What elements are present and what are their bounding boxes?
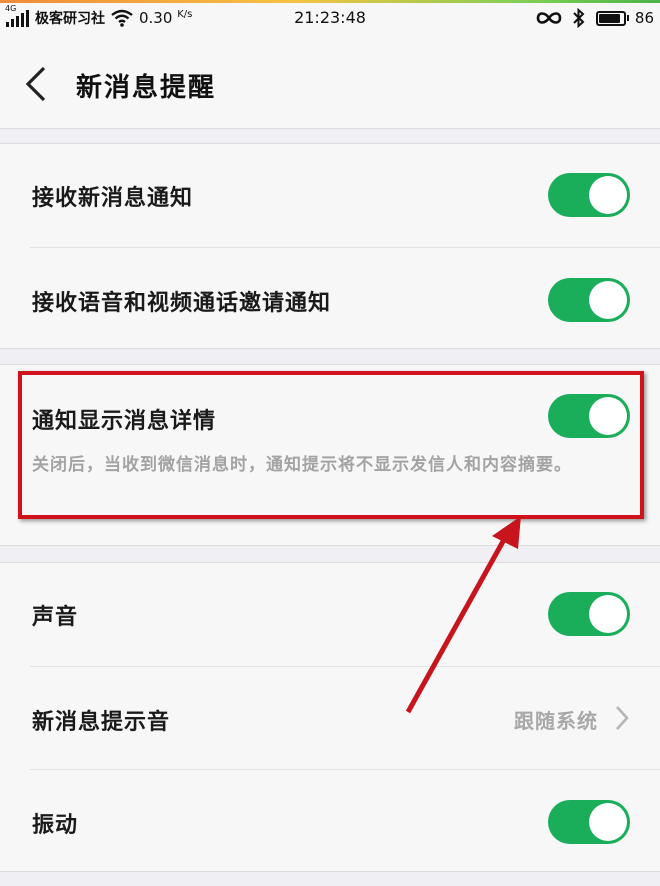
row-vibrate[interactable]: 振动 xyxy=(0,769,660,872)
row-label: 振动 xyxy=(32,813,79,838)
row-show-message-details[interactable]: 通知显示消息详情 关闭后，当收到微信消息时，通知提示将不显示发信人和内容摘要。 xyxy=(0,365,660,547)
row-label: 通知显示消息详情 xyxy=(32,409,217,434)
toggle-show-message-details[interactable] xyxy=(548,394,630,438)
battery-level: 86 xyxy=(634,9,654,27)
toggle-receive-call-invite[interactable] xyxy=(548,278,630,322)
toggle-sound[interactable] xyxy=(548,592,630,636)
app-header: 新消息提醒 xyxy=(0,33,660,129)
chevron-right-icon xyxy=(616,706,629,730)
toggle-vibrate[interactable] xyxy=(548,800,630,844)
chevron-left-icon[interactable] xyxy=(22,65,52,103)
notification-tone-value: 跟随系统 xyxy=(514,709,598,733)
row-label: 接收新消息通知 xyxy=(32,186,194,211)
infinity-icon xyxy=(536,12,562,24)
bluetooth-icon xyxy=(573,8,585,28)
row-label: 新消息提示音 xyxy=(32,710,171,735)
row-notification-tone[interactable]: 新消息提示音 跟随系统 xyxy=(0,666,660,769)
page-title: 新消息提醒 xyxy=(76,73,217,103)
battery-icon: 86 xyxy=(595,9,654,27)
row-label: 接收语音和视频通话邀请通知 xyxy=(32,291,332,316)
section-notifications: 接收新消息通知 接收语音和视频通话邀请通知 xyxy=(0,143,660,349)
row-sound[interactable]: 声音 xyxy=(0,563,660,666)
row-receive-new-message[interactable]: 接收新消息通知 xyxy=(0,144,660,247)
section-notification-details: 通知显示消息详情 关闭后，当收到微信消息时，通知提示将不显示发信人和内容摘要。 xyxy=(0,364,660,546)
status-bar: 4G 极客研习社 0.30 K/s 21:23:48 86 xyxy=(0,3,660,33)
row-description: 关闭后，当收到微信消息时，通知提示将不显示发信人和内容摘要。 xyxy=(32,455,572,475)
row-receive-call-invite[interactable]: 接收语音和视频通话邀请通知 xyxy=(0,247,660,350)
toggle-receive-new-message[interactable] xyxy=(548,173,630,217)
section-sound: 声音 新消息提示音 跟随系统 振动 xyxy=(0,562,660,872)
row-label: 声音 xyxy=(32,605,79,630)
